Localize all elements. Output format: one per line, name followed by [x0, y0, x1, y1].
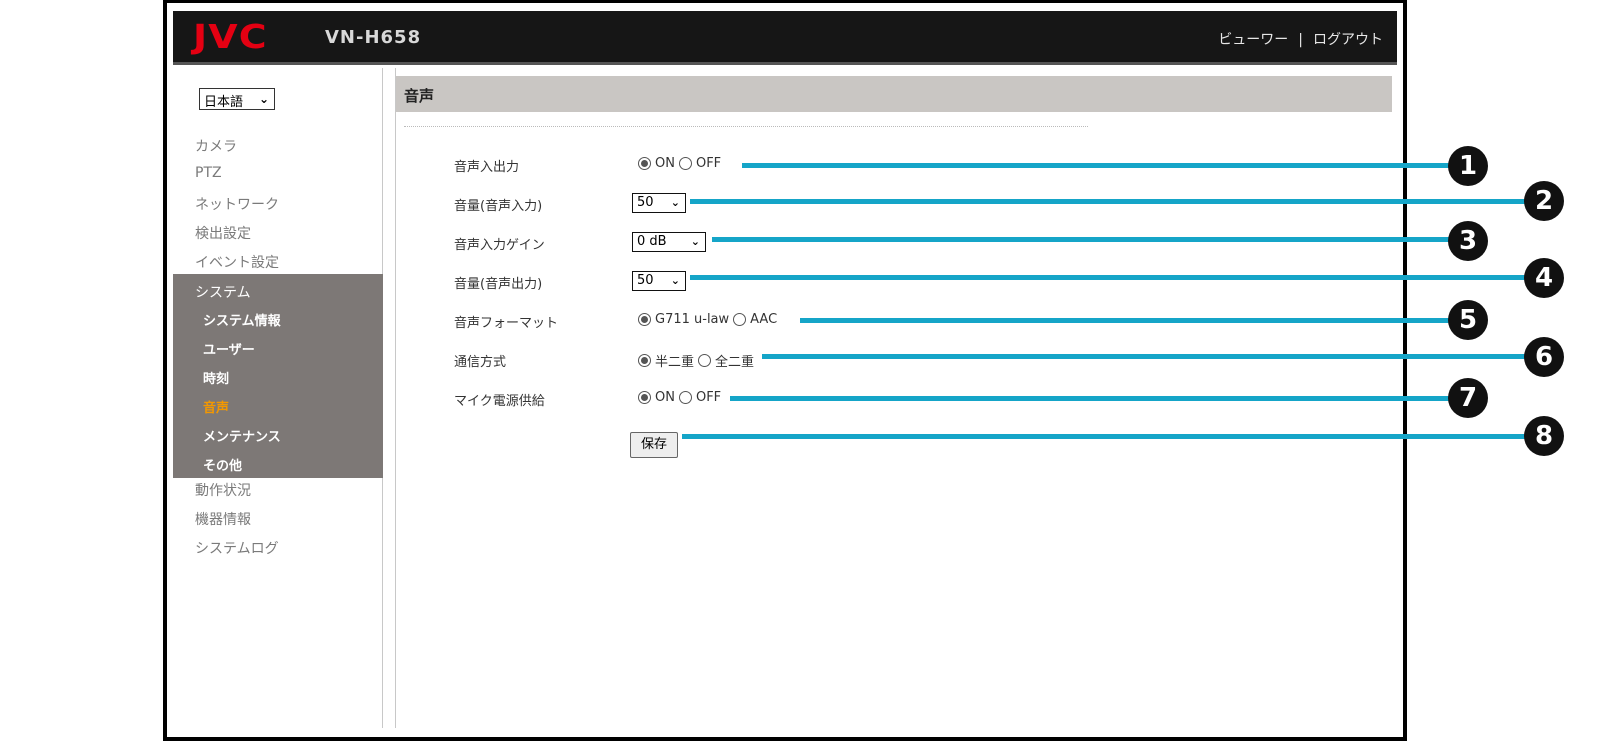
input-gain-control: 0 dB ⌄ [632, 232, 706, 252]
full-duplex-label: 全二重 [715, 355, 755, 370]
full-duplex-radio[interactable] [698, 354, 712, 367]
sidebar-subitem-maintenance[interactable]: メンテナンス [203, 426, 281, 445]
sidebar-item-system[interactable]: システム [195, 282, 251, 302]
half-duplex-radio[interactable] [638, 354, 651, 367]
sidebar-system-group: システム システム情報 ユーザー 時刻 音声 メンテナンス その他 [173, 274, 383, 478]
chevron-down-icon: ⌄ [670, 196, 680, 209]
audio-io-on-radio[interactable] [638, 157, 651, 170]
divider [404, 126, 1088, 127]
duplex-control: 半二重 全二重 [638, 351, 754, 370]
sidebar-item-network[interactable]: ネットワーク [195, 194, 279, 214]
input-volume-value: 50 [637, 195, 654, 210]
model-name: VN-H658 [325, 27, 422, 48]
output-volume-control: 50 ⌄ [632, 271, 686, 291]
input-gain-label: 音声入力ゲイン [454, 238, 545, 253]
logout-link[interactable]: ログアウト [1313, 29, 1383, 49]
callout-line-8 [682, 434, 1536, 439]
audio-format-control: G711 u-law AAC [638, 312, 777, 327]
header-separator: | [1298, 32, 1303, 48]
sidebar-item-ptz[interactable]: PTZ [195, 165, 222, 181]
jvc-logo: JVC [193, 17, 268, 56]
viewer-link[interactable]: ビューワー [1218, 29, 1288, 49]
sidebar-subitem-other[interactable]: その他 [203, 455, 242, 474]
callout-badge-1: 1 [1448, 146, 1488, 186]
output-volume-label: 音量(音声出力) [454, 277, 543, 292]
callout-badge-5: 5 [1448, 300, 1488, 340]
callout-line-6 [762, 354, 1536, 359]
chevron-down-icon: ⌄ [258, 92, 269, 106]
audio-io-off-label: OFF [695, 156, 722, 171]
mic-power-on-label: ON [655, 390, 675, 405]
half-duplex-label: 半二重 [655, 355, 695, 370]
output-volume-select[interactable]: 50 ⌄ [632, 271, 686, 291]
callout-badge-8: 8 [1524, 416, 1564, 456]
duplex-label: 通信方式 [454, 355, 507, 370]
input-gain-select[interactable]: 0 dB ⌄ [632, 232, 706, 252]
format-g711-label: G711 u-law [655, 312, 730, 327]
callout-badge-6: 6 [1524, 337, 1564, 377]
audio-io-off-radio[interactable] [678, 157, 692, 170]
callout-badge-3: 3 [1448, 221, 1488, 261]
language-value: 日本語 [204, 95, 244, 110]
mic-power-control: ON OFF [638, 390, 721, 405]
header-bar: JVC VN-H658 ビューワー | ログアウト [173, 11, 1397, 65]
format-aac-label: AAC [750, 312, 778, 327]
page-title-bar: 音声 [396, 76, 1392, 112]
language-select[interactable]: 日本語 ⌄ [199, 88, 275, 110]
audio-format-label: 音声フォーマット [454, 316, 559, 331]
callout-line-4 [690, 275, 1536, 280]
sidebar: 日本語 ⌄ カメラ PTZ ネットワーク 検出設定 イベント設定 システム シス… [173, 68, 383, 728]
output-volume-value: 50 [637, 273, 654, 288]
callout-line-5 [800, 318, 1458, 323]
mic-power-off-radio[interactable] [678, 391, 692, 404]
callout-badge-2: 2 [1524, 181, 1564, 221]
chevron-down-icon: ⌄ [670, 274, 680, 287]
format-g711-radio[interactable] [638, 313, 651, 326]
callout-line-1 [742, 163, 1458, 168]
callout-badge-7: 7 [1448, 378, 1488, 418]
callout-line-7 [730, 396, 1458, 401]
format-aac-radio[interactable] [733, 313, 747, 326]
input-volume-label: 音量(音声入力) [454, 199, 543, 214]
audio-io-label: 音声入出力 [454, 160, 520, 175]
sidebar-subitem-system-info[interactable]: システム情報 [203, 310, 281, 329]
page-title: 音声 [404, 87, 435, 105]
save-button[interactable]: 保存 [630, 432, 678, 458]
sidebar-subitem-time[interactable]: 時刻 [203, 368, 229, 387]
sidebar-item-device-info[interactable]: 機器情報 [195, 509, 251, 529]
mic-power-label: マイク電源供給 [454, 394, 545, 409]
callout-line-2 [690, 199, 1536, 204]
mic-power-on-radio[interactable] [638, 391, 651, 404]
app-window: JVC VN-H658 ビューワー | ログアウト 日本語 ⌄ カメラ PTZ ネッ… [173, 11, 1397, 728]
sidebar-subitem-audio[interactable]: 音声 [203, 397, 229, 416]
sidebar-item-detection[interactable]: 検出設定 [195, 223, 251, 243]
input-volume-select[interactable]: 50 ⌄ [632, 193, 686, 213]
audio-io-on-label: ON [655, 156, 675, 171]
sidebar-item-event[interactable]: イベント設定 [195, 252, 279, 272]
sidebar-subitem-user[interactable]: ユーザー [203, 339, 255, 358]
input-volume-control: 50 ⌄ [632, 193, 686, 213]
header-links: ビューワー | ログアウト [1218, 29, 1383, 49]
input-gain-value: 0 dB [637, 234, 667, 249]
chevron-down-icon: ⌄ [690, 235, 700, 248]
sidebar-item-system-log[interactable]: システムログ [195, 538, 279, 558]
sidebar-item-camera[interactable]: カメラ [195, 136, 237, 156]
sidebar-item-status[interactable]: 動作状況 [195, 480, 251, 500]
mic-power-off-label: OFF [695, 390, 722, 405]
browser-frame: JVC VN-H658 ビューワー | ログアウト 日本語 ⌄ カメラ PTZ ネッ… [163, 0, 1407, 741]
callout-badge-4: 4 [1524, 258, 1564, 298]
audio-io-control: ON OFF [638, 156, 721, 171]
callout-line-3 [712, 237, 1458, 242]
